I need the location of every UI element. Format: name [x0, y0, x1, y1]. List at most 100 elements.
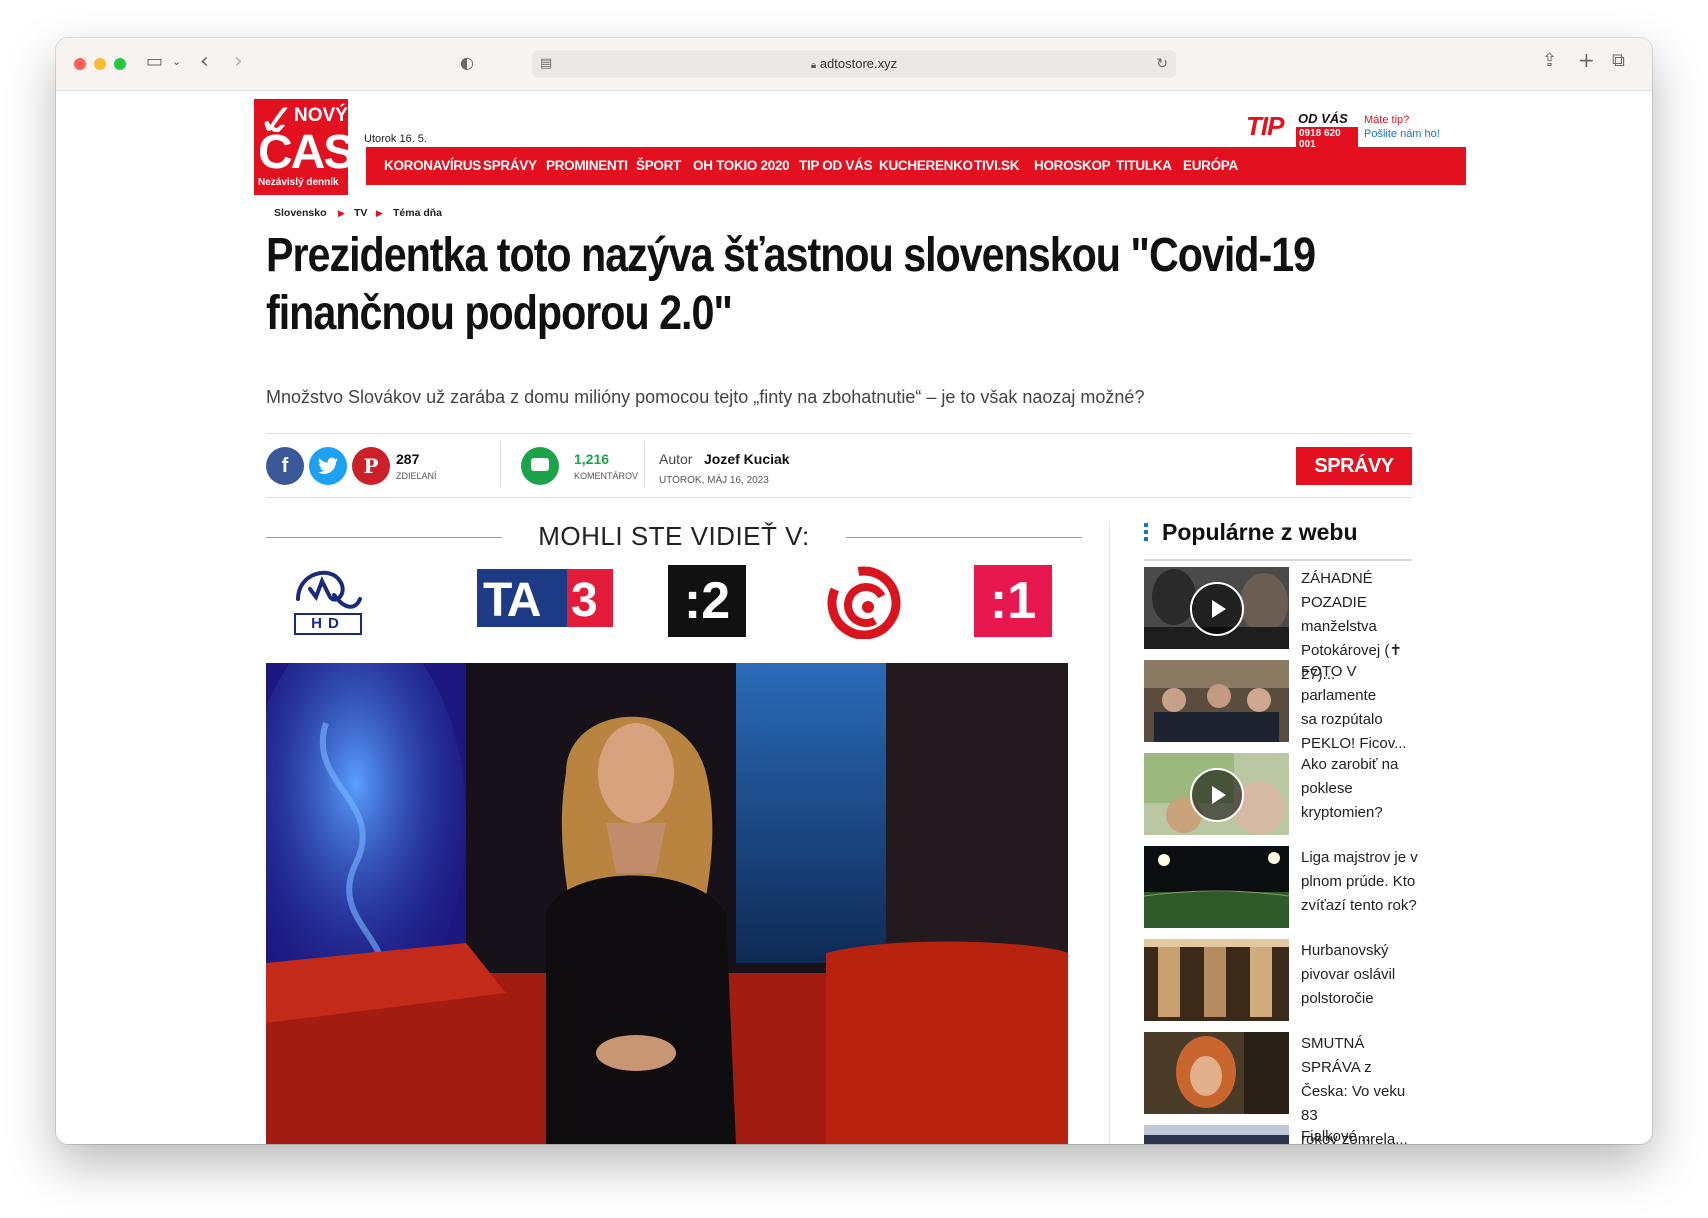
- tab-overview-icon[interactable]: ⧉: [1612, 51, 1625, 71]
- play-icon: [1190, 768, 1244, 822]
- back-icon[interactable]: ‹: [200, 51, 209, 73]
- tip-callout-line1: Máte tip?: [1364, 114, 1410, 126]
- hd-label: HD: [294, 613, 362, 635]
- browser-window: ▭ ⌄ ‹ › ◐ ▤ 🔒︎ adtostore.xyz ↻ ⇪ + ⧉ ✓ N…: [56, 38, 1652, 1144]
- logo-text-main: ČAS: [258, 126, 348, 179]
- popular-thumbnail: [1144, 660, 1289, 742]
- privacy-shield-icon[interactable]: ◐: [460, 53, 474, 73]
- article-headline: Prezidentka toto nazýva šťastnou slovens…: [266, 227, 1384, 343]
- popular-item[interactable]: SMUTNÁ SPRÁVA z Česka: Vo veku 83 rokov …: [1144, 1032, 1414, 1144]
- logo-text-top: NOVÝ: [294, 105, 348, 126]
- headline-line: Česka: Vo veku 83: [1301, 1083, 1406, 1124]
- reload-icon[interactable]: ↻: [1156, 54, 1168, 74]
- headline-line: Liga majstrov je v: [1301, 849, 1418, 866]
- nav-item[interactable]: KORONAVÍRUS: [384, 158, 481, 173]
- facebook-share-icon[interactable]: f: [266, 447, 304, 485]
- forward-icon[interactable]: ›: [234, 51, 243, 73]
- headline-line: kryptomien?: [1301, 804, 1383, 821]
- author-name[interactable]: Jozef Kuciak: [704, 451, 790, 467]
- twitter-share-icon[interactable]: [309, 447, 347, 485]
- tip-callout-line2[interactable]: Pošlite nám ho!: [1364, 127, 1440, 141]
- section-button[interactable]: SPRÁVY: [1296, 447, 1412, 485]
- minimize-window-button[interactable]: [94, 58, 106, 70]
- dvojka-logo: :2: [668, 565, 746, 637]
- divider: [500, 441, 501, 487]
- headline-line: ZÁHADNÉ POZADIE: [1301, 570, 1373, 611]
- share-count: 287: [396, 451, 420, 467]
- headline-line: Hurbanovský: [1301, 942, 1389, 959]
- comment-count-label: KOMENTÁROV: [574, 471, 639, 481]
- headline-line: plnom prúde. Kto: [1301, 873, 1416, 890]
- popular-item[interactable]: Liga majstrov je v plnom prúde. Kto zvíť…: [1144, 846, 1418, 928]
- nav-item[interactable]: OH TOKIO 2020: [693, 158, 790, 173]
- section-marker-icon: [1144, 523, 1148, 543]
- popular-thumbnail: [1144, 1032, 1289, 1114]
- popular-title: Populárne z webu: [1162, 519, 1358, 545]
- tv-strip-title: MOHLI STE VIDIEŤ V:: [538, 521, 810, 551]
- play-icon: [1190, 582, 1244, 636]
- breadcrumb-arrow-icon: ▶: [376, 208, 383, 218]
- popular-headline: Fialkové ...: [1301, 1125, 1419, 1144]
- new-tab-icon[interactable]: +: [1578, 50, 1595, 70]
- share-icon[interactable]: ⇪: [1542, 51, 1557, 71]
- dvojka-text: :2: [683, 572, 731, 630]
- headline-line: manželstva: [1301, 618, 1377, 635]
- ta3-logo: TA 3: [477, 569, 613, 627]
- breadcrumb-item[interactable]: TV: [354, 207, 367, 219]
- breadcrumb-item[interactable]: Slovensko: [274, 207, 327, 219]
- main-nav: KORONAVÍRUS SPRÁVY PROMINENTI ŠPORT OH T…: [366, 147, 1466, 185]
- comments-icon[interactable]: [521, 447, 559, 485]
- tip-callout[interactable]: Máte tip? Pošlite nám ho!: [1364, 113, 1440, 141]
- comment-count[interactable]: 1,216: [574, 451, 609, 467]
- ta3-number: 3: [571, 574, 598, 627]
- headline-line: FOTO V parlamente: [1301, 663, 1377, 704]
- tip-od-vas-badge[interactable]: TIP OD VÁS 0918 620 001: [1246, 111, 1358, 151]
- popular-thumbnail: [1144, 753, 1289, 835]
- jednotka-text: :1: [989, 572, 1037, 630]
- nav-item[interactable]: SPRÁVY: [483, 158, 537, 173]
- address-bar[interactable]: ▤ 🔒︎ adtostore.xyz ↻: [532, 50, 1176, 78]
- divider: [266, 433, 1412, 434]
- popular-headline: FOTO V parlamente sa rozpútalo PEKLO! Fi…: [1301, 660, 1419, 756]
- tip-brand-suffix: OD VÁS: [1298, 111, 1348, 126]
- popular-item[interactable]: Hurbanovský pivovar oslávil polstoročie: [1144, 939, 1414, 1021]
- headline-line: zvíťazí tento rok?: [1301, 897, 1417, 914]
- joj-swirl-logo: [826, 563, 902, 640]
- author-label: Autor: [659, 451, 693, 467]
- browser-toolbar: ▭ ⌄ ‹ › ◐ ▤ 🔒︎ adtostore.xyz ↻ ⇪ + ⧉: [56, 38, 1652, 91]
- close-window-button[interactable]: [74, 58, 86, 70]
- nav-item[interactable]: TIP OD VÁS: [799, 158, 873, 173]
- popular-item[interactable]: Fialkové ...: [1144, 1125, 1414, 1144]
- popular-thumbnail: [1144, 1125, 1289, 1144]
- article-lead: Množstvo Slovákov už zarába z domu milió…: [266, 387, 1145, 407]
- breadcrumb-item[interactable]: Téma dňa: [393, 207, 442, 219]
- jednotka-logo: :1: [974, 565, 1052, 637]
- nav-item[interactable]: KUCHERENKO: [879, 158, 973, 173]
- nav-item[interactable]: PROMINENTI: [546, 158, 628, 173]
- popular-thumbnail: [1144, 567, 1289, 649]
- nav-item[interactable]: HOROSKOP: [1034, 158, 1111, 173]
- markiza-hd-logo: HD: [290, 563, 366, 637]
- chevron-down-icon[interactable]: ⌄: [172, 52, 181, 72]
- zoom-window-button[interactable]: [114, 58, 126, 70]
- popular-item[interactable]: Ako zarobiť na poklese kryptomien?: [1144, 753, 1414, 835]
- headline-line: polstoročie: [1301, 990, 1374, 1007]
- article-date: UTOROK, MÁJ 16, 2023: [659, 475, 769, 486]
- popular-thumbnail: [1144, 846, 1289, 928]
- nav-item[interactable]: EURÓPA: [1183, 158, 1238, 173]
- headline-line: SMUTNÁ SPRÁVA z: [1301, 1035, 1372, 1076]
- headline-line: sa rozpútalo: [1301, 711, 1383, 728]
- article-hero-image[interactable]: [266, 663, 1068, 1144]
- novy-cas-logo[interactable]: ✓ NOVÝ ČAS Nezávislý denník: [254, 99, 348, 195]
- popular-item[interactable]: FOTO V parlamente sa rozpútalo PEKLO! Fi…: [1144, 660, 1414, 752]
- popular-item[interactable]: ZÁHADNÉ POZADIE manželstva Potokárovej (…: [1144, 567, 1414, 683]
- url-text: 🔒︎ adtostore.xyz: [810, 56, 898, 71]
- nav-item[interactable]: TITULKA: [1116, 158, 1172, 173]
- nav-item[interactable]: ŠPORT: [636, 158, 681, 173]
- sidebar-toggle-icon[interactable]: ▭: [146, 52, 163, 72]
- popular-headline: Liga majstrov je v plnom prúde. Kto zvíť…: [1301, 846, 1419, 918]
- share-count-label: ZDIEĽANÍ: [396, 471, 437, 481]
- nav-item[interactable]: TIVI.SK: [974, 158, 1019, 173]
- pinterest-share-icon[interactable]: P: [352, 447, 390, 485]
- headline-line: Ako zarobiť na: [1301, 756, 1399, 773]
